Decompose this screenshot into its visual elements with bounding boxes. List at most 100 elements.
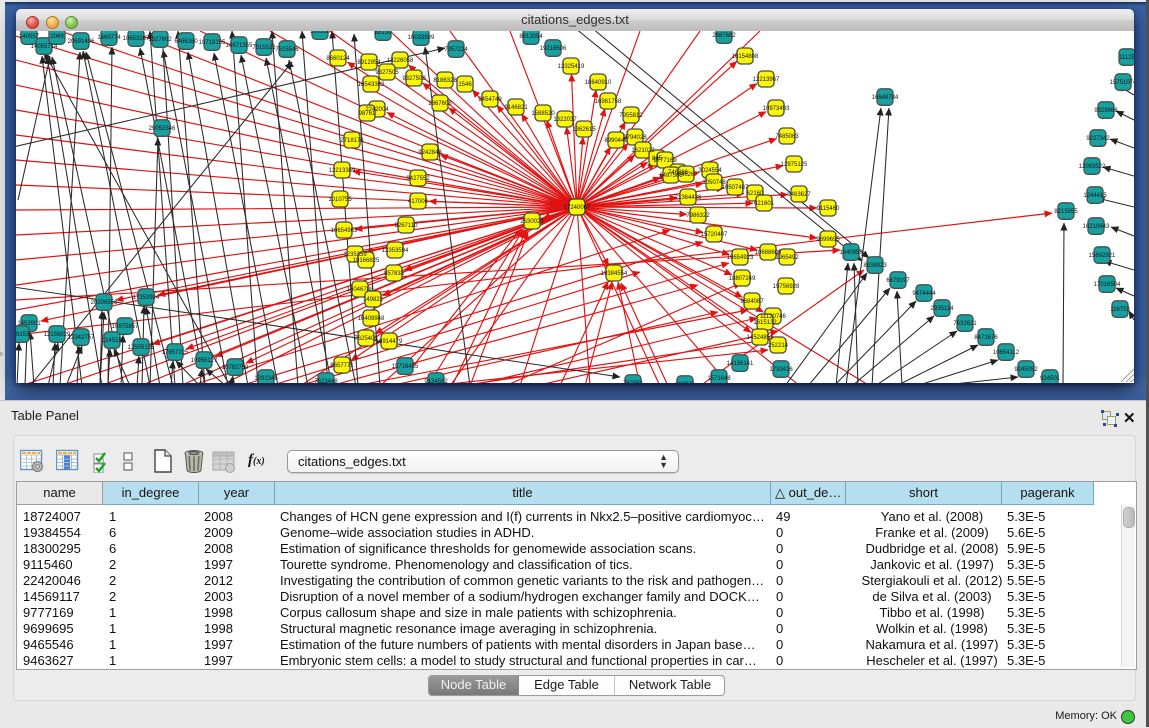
svg-text:16046788: 16046788 [347, 287, 374, 293]
svg-text:9657771: 9657771 [330, 363, 354, 369]
svg-text:762354: 762354 [623, 381, 644, 383]
svg-text:7515521: 7515521 [252, 45, 276, 51]
svg-text:9134562: 9134562 [424, 379, 448, 383]
svg-text:12213369: 12213369 [329, 168, 356, 174]
svg-text:8454749: 8454749 [478, 97, 502, 103]
svg-text:19166825: 19166825 [353, 258, 380, 264]
svg-text:8471676: 8471676 [974, 335, 998, 341]
svg-text:417006: 417006 [408, 199, 429, 205]
svg-text:15692921: 15692921 [1089, 253, 1116, 259]
svg-text:1669774: 1669774 [97, 35, 121, 41]
svg-text:8267110: 8267110 [395, 223, 419, 229]
svg-text:19384554: 19384554 [601, 271, 628, 277]
svg-text:15720407: 15720407 [701, 232, 728, 238]
svg-text:9245052: 9245052 [1014, 367, 1038, 373]
svg-text:621601: 621601 [754, 201, 775, 207]
svg-text:18640910: 18640910 [585, 80, 612, 86]
svg-text:1615132: 1615132 [753, 320, 777, 326]
svg-text:10653267: 10653267 [123, 36, 150, 42]
svg-text:10654963: 10654963 [331, 228, 358, 234]
svg-text:16210643: 16210643 [1083, 224, 1110, 230]
svg-text:14055714: 14055714 [31, 44, 58, 50]
svg-text:1010755: 1010755 [328, 197, 352, 203]
svg-text:11125: 11125 [1119, 55, 1134, 61]
svg-text:19654923: 19654923 [727, 255, 754, 261]
svg-text:16648784: 16648784 [872, 95, 899, 101]
svg-text:857833: 857833 [384, 271, 405, 277]
svg-text:9794028: 9794028 [623, 135, 647, 141]
svg-text:74626: 74626 [678, 172, 695, 178]
svg-text:1322037: 1322037 [553, 117, 577, 123]
svg-text:9227342: 9227342 [1086, 136, 1110, 142]
svg-text:252214: 252214 [768, 343, 789, 349]
svg-text:39153: 39153 [16, 332, 30, 338]
svg-text:140557: 140557 [19, 34, 40, 40]
svg-text:12093522: 12093522 [1079, 164, 1106, 170]
svg-text:15716485: 15716485 [392, 364, 419, 370]
svg-text:21364436: 21364436 [675, 195, 702, 201]
svg-text:62160: 62160 [747, 191, 764, 197]
svg-text:1244415: 1244415 [1083, 193, 1107, 199]
svg-text:16914479: 16914479 [376, 339, 403, 345]
svg-text:149822: 149822 [363, 297, 384, 303]
svg-text:2069: 2069 [50, 34, 64, 40]
svg-text:10975857: 10975857 [112, 324, 139, 330]
svg-text:19756928: 19756928 [773, 284, 800, 290]
svg-text:13325419: 13325419 [558, 64, 585, 70]
svg-text:8660124: 8660124 [326, 56, 350, 62]
svg-text:12213967: 12213967 [753, 77, 780, 83]
svg-text:2687682: 2687682 [712, 33, 736, 39]
svg-text:9242848: 9242848 [418, 150, 442, 156]
svg-text:1453901: 1453901 [17, 321, 41, 327]
svg-text:13226058: 13226058 [387, 58, 414, 64]
svg-text:7623448: 7623448 [314, 379, 338, 383]
svg-text:2718176: 2718176 [340, 138, 364, 144]
svg-text:10507487: 10507487 [722, 185, 749, 191]
svg-text:8912954: 8912954 [357, 60, 381, 66]
svg-text:1546: 1546 [458, 82, 472, 88]
svg-text:14524851: 14524851 [747, 335, 774, 341]
svg-text:2530023: 2530023 [520, 219, 544, 225]
svg-text:14136141: 14136141 [727, 361, 754, 367]
svg-text:88130: 88130 [375, 31, 392, 36]
svg-text:12975125: 12975125 [781, 162, 808, 168]
svg-text:9327508: 9327508 [402, 76, 426, 82]
svg-text:16961758: 16961758 [595, 99, 622, 105]
svg-text:1733426: 1733426 [769, 367, 793, 373]
svg-text:19218506: 19218506 [540, 46, 567, 52]
svg-text:9699695: 9699695 [816, 237, 840, 243]
svg-text:10973493: 10973493 [763, 106, 790, 112]
svg-text:116753: 116753 [1110, 307, 1130, 313]
svg-text:6679197: 6679197 [886, 278, 910, 284]
svg-text:12353594: 12353594 [382, 248, 409, 254]
svg-text:16671355: 16671355 [226, 43, 253, 49]
svg-text:9777169: 9777169 [653, 158, 677, 164]
svg-text:20691406: 20691406 [68, 39, 95, 45]
svg-text:10719155: 10719155 [199, 40, 226, 46]
svg-text:16543362: 16543362 [358, 82, 385, 88]
svg-text:17957225: 17957225 [162, 350, 189, 356]
svg-text:160338: 160338 [310, 31, 331, 35]
svg-text:16033809: 16033809 [408, 35, 435, 41]
svg-text:1292346: 1292346 [254, 376, 278, 382]
svg-text:924501: 924501 [1040, 376, 1061, 382]
svg-text:10958127: 10958127 [191, 358, 218, 364]
svg-text:1621022: 1621022 [631, 148, 655, 154]
svg-text:9463627: 9463627 [787, 192, 811, 198]
svg-text:9684067: 9684067 [740, 299, 764, 305]
svg-text:9329966: 9329966 [1094, 108, 1118, 114]
svg-text:98761: 98761 [359, 111, 376, 117]
svg-text:17016504: 17016504 [1094, 282, 1121, 288]
svg-text:10782759: 10782759 [222, 365, 249, 371]
svg-text:7357224: 7357224 [444, 47, 468, 53]
svg-text:1640953: 1640953 [839, 250, 863, 256]
svg-text:2935114: 2935114 [931, 306, 955, 312]
svg-text:7515546: 7515546 [275, 47, 299, 53]
svg-text:1571648: 1571648 [707, 376, 731, 382]
svg-text:16409948: 16409948 [358, 316, 385, 322]
svg-text:20206556: 20206556 [91, 300, 118, 306]
svg-text:17240067: 17240067 [564, 205, 591, 211]
svg-text:18807249: 18807249 [729, 276, 756, 282]
svg-text:6466160: 6466160 [174, 39, 198, 45]
svg-text:12342757: 12342757 [68, 335, 95, 341]
